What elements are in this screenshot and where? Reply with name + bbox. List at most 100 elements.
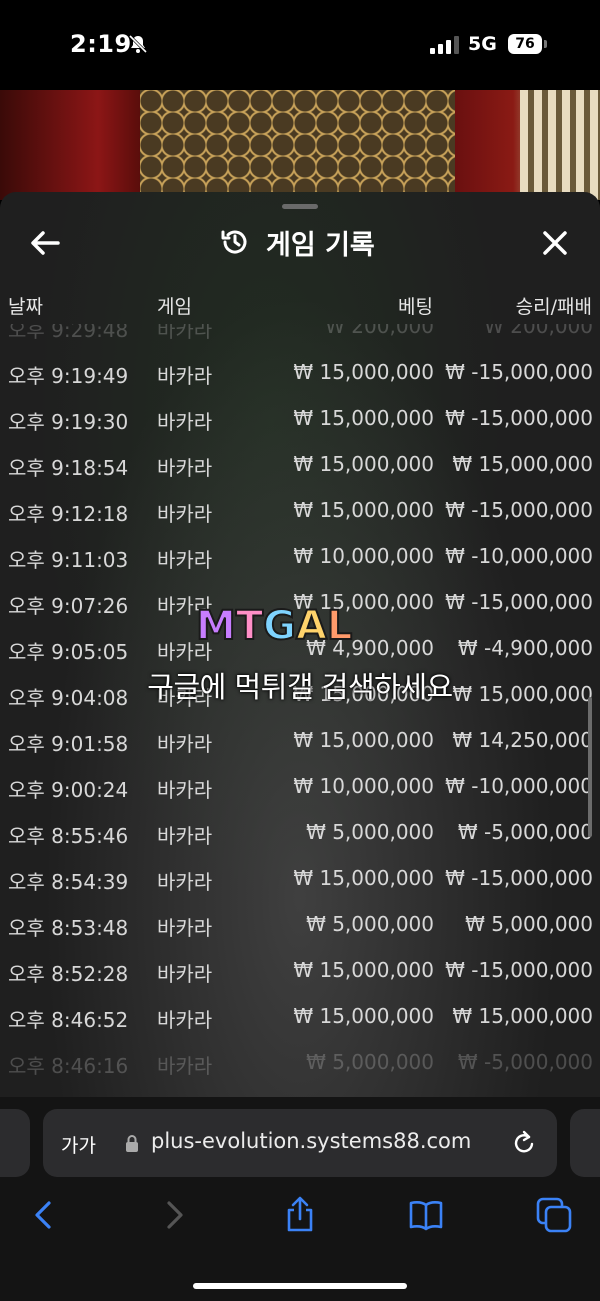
row-date: 오후 9:07:26 <box>8 594 129 618</box>
row-date: 오후 9:00:24 <box>8 778 129 802</box>
watermark-logo-letter: M <box>195 602 237 650</box>
table-row: 오후 9:18:54 바카라 ₩ 15,000,000 ₩ 15,000,000 <box>0 440 600 486</box>
network-type: 5G <box>468 33 497 55</box>
column-header-game: 게임 <box>157 296 192 318</box>
background-curtain-left <box>0 90 140 200</box>
row-game: 바카라 <box>157 324 213 342</box>
row-bet: ₩ 15,000,000 <box>293 728 434 752</box>
row-game: 바카라 <box>157 870 213 894</box>
background-stripes <box>520 90 600 200</box>
row-game: 바카라 <box>157 548 213 572</box>
row-bet: ₩ 200,000 <box>325 324 434 338</box>
table-row: 오후 9:19:49 바카라 ₩ 15,000,000 ₩ -15,000,000 <box>0 348 600 394</box>
row-result: ₩ 15,000,000 <box>452 452 593 476</box>
home-indicator[interactable] <box>193 1283 407 1289</box>
table-row: 오후 9:11:03 바카라 ₩ 10,000,000 ₩ -10,000,000 <box>0 532 600 578</box>
previous-tab-preview[interactable] <box>0 1109 30 1177</box>
table-header: 날짜 게임 베팅 승리/패배 <box>0 292 600 322</box>
signal-icon <box>430 36 459 54</box>
row-result: ₩ -15,000,000 <box>445 958 593 982</box>
row-game: 바카라 <box>157 1054 213 1078</box>
watermark-logo-letter: L <box>326 602 353 650</box>
row-date: 오후 8:46:16 <box>8 1054 129 1078</box>
history-icon <box>221 230 247 254</box>
background-pattern-wall <box>140 90 455 200</box>
row-date: 오후 9:18:54 <box>8 456 129 480</box>
row-game: 바카라 <box>157 364 213 388</box>
reload-icon[interactable] <box>511 1129 537 1157</box>
row-result: ₩ -15,000,000 <box>445 590 593 614</box>
row-bet: ₩ 5,000,000 <box>306 820 434 844</box>
battery-tip <box>544 40 547 48</box>
row-game: 바카라 <box>157 410 213 434</box>
row-result: ₩ -15,000,000 <box>445 498 593 522</box>
watermark-text: 구글에 먹튀갤 검색하세요 <box>147 670 453 704</box>
row-result: ₩ -10,000,000 <box>445 544 593 568</box>
close-icon[interactable] <box>540 228 570 258</box>
table-row: 오후 9:00:24 바카라 ₩ 10,000,000 ₩ -10,000,000 <box>0 762 600 808</box>
chevron-left-icon[interactable] <box>24 1195 64 1235</box>
row-result: ₩ -10,000,000 <box>445 774 593 798</box>
row-bet: ₩ 15,000,000 <box>293 360 434 384</box>
row-game: 바카라 <box>157 778 213 802</box>
row-result: ₩ 200,000 <box>484 324 593 338</box>
row-bet: ₩ 15,000,000 <box>293 498 434 522</box>
text-size-button[interactable]: 가가 <box>61 1131 96 1158</box>
tabs-icon[interactable] <box>534 1195 574 1235</box>
table-row: 오후 8:55:46 바카라 ₩ 5,000,000 ₩ -5,000,000 <box>0 808 600 854</box>
row-result: ₩ 14,250,000 <box>452 728 593 752</box>
column-header-date: 날짜 <box>8 296 43 318</box>
row-game: 바카라 <box>157 1008 213 1032</box>
table-row: 오후 8:53:48 바카라 ₩ 5,000,000 ₩ 5,000,000 <box>0 900 600 946</box>
scrollbar[interactable] <box>588 697 592 837</box>
row-bet: ₩ 10,000,000 <box>293 774 434 798</box>
row-date: 오후 9:29:48 <box>8 324 129 342</box>
row-result: ₩ -5,000,000 <box>457 1050 593 1074</box>
row-result: ₩ -4,900,000 <box>457 636 593 660</box>
column-header-result: 승리/패배 <box>515 296 592 318</box>
back-arrow-icon[interactable] <box>28 228 62 258</box>
row-date: 오후 8:54:39 <box>8 870 129 894</box>
row-result: ₩ 15,000,000 <box>452 1004 593 1028</box>
column-header-bet: 베팅 <box>398 296 433 318</box>
history-list[interactable]: 오후 9:29:48 바카라 ₩ 200,000 ₩ 200,000 오후 9:19:4… <box>0 324 600 1094</box>
watermark-logo-letter: A <box>295 602 328 650</box>
row-game: 바카라 <box>157 916 213 940</box>
url-text[interactable]: plus-evolution.systems88.com <box>151 1129 471 1153</box>
table-row: 오후 9:29:48 바카라 ₩ 200,000 ₩ 200,000 <box>0 324 600 348</box>
share-icon[interactable] <box>280 1195 320 1235</box>
status-time: 2:19 <box>70 30 132 58</box>
bookmarks-icon[interactable] <box>406 1195 446 1235</box>
row-result: ₩ -15,000,000 <box>445 406 593 430</box>
row-date: 오후 9:19:30 <box>8 410 129 434</box>
row-bet: ₩ 15,000,000 <box>293 866 434 890</box>
watermark-logo-letter: T <box>235 602 264 650</box>
table-row: 오후 8:46:16 바카라 ₩ 5,000,000 ₩ -5,000,000 <box>0 1038 600 1084</box>
chevron-right-icon[interactable] <box>154 1195 194 1235</box>
browser-chrome: 가가 plus-evolution.systems88.com <box>0 1097 600 1301</box>
row-game: 바카라 <box>157 732 213 756</box>
row-date: 오후 9:19:49 <box>8 364 129 388</box>
table-row: 오후 9:12:18 바카라 ₩ 15,000,000 ₩ -15,000,000 <box>0 486 600 532</box>
game-background <box>0 90 600 200</box>
next-tab-preview[interactable] <box>570 1109 600 1177</box>
row-date: 오후 9:05:05 <box>8 640 129 664</box>
row-game: 바카라 <box>157 824 213 848</box>
row-result: ₩ -15,000,000 <box>445 360 593 384</box>
row-date: 오후 8:55:46 <box>8 824 129 848</box>
battery-icon: 76 <box>508 34 542 54</box>
row-game: 바카라 <box>157 456 213 480</box>
row-bet: ₩ 15,000,000 <box>293 406 434 430</box>
table-row: 오후 8:46:52 바카라 ₩ 15,000,000 ₩ 15,000,000 <box>0 992 600 1038</box>
watermark-logo-letter: G <box>262 602 297 650</box>
row-game: 바카라 <box>157 962 213 986</box>
browser-toolbar <box>0 1195 600 1239</box>
sheet-header: 게임 기록 <box>220 224 375 261</box>
row-bet: ₩ 15,000,000 <box>293 1004 434 1028</box>
status-bar: 2:19 5G 76 <box>0 0 600 90</box>
address-bar[interactable]: 가가 plus-evolution.systems88.com <box>43 1109 557 1177</box>
row-bet: ₩ 10,000,000 <box>293 544 434 568</box>
watermark-logo: MTGAL <box>195 602 396 650</box>
sheet-grabber[interactable] <box>282 204 318 209</box>
row-bet: ₩ 5,000,000 <box>306 912 434 936</box>
